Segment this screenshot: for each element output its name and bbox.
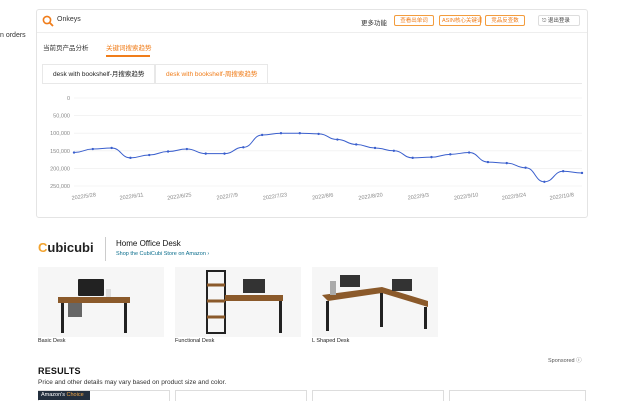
data-point[interactable]	[148, 153, 151, 157]
l-shaped-desk-image	[322, 275, 428, 331]
x-tick-label: 2022/9/24	[502, 192, 527, 201]
result-card[interactable]	[312, 390, 444, 401]
x-tick-label: 2022/8/6	[312, 193, 334, 202]
data-point[interactable]	[279, 132, 283, 135]
x-tick-label: 2022/9/3	[407, 193, 429, 202]
onkeys-panel: Onkeys 更多功能 查看出单词 ASIN核心关键词 竞品反查数 ⎋ 退出登录…	[36, 9, 588, 218]
data-point[interactable]	[373, 146, 377, 150]
x-tick-label: 2022/8/20	[358, 192, 383, 201]
x-tick-label: 2022/6/25	[167, 192, 192, 201]
x-tick-label: 2022/7/23	[263, 192, 288, 201]
brand-divider	[105, 237, 106, 261]
x-tick-label: 2022/6/11	[119, 192, 144, 201]
result-card[interactable]	[175, 390, 307, 401]
logout-button[interactable]: ⎋ 退出登录	[538, 15, 580, 26]
x-tick-label: 2022/10/8	[549, 192, 574, 201]
sponsored-label[interactable]: Sponsored ⓘ	[548, 356, 582, 364]
product-image-functional-desk[interactable]	[175, 267, 301, 337]
data-point[interactable]	[336, 138, 339, 141]
data-point[interactable]	[392, 149, 396, 152]
data-point[interactable]	[166, 150, 170, 153]
competitor-reverse-button[interactable]: 竞品反查数	[485, 15, 525, 26]
data-point[interactable]	[129, 156, 132, 160]
x-tick-label: 2022/7/9	[216, 193, 238, 202]
tab-product-analysis[interactable]: 当前页产品分析	[43, 42, 89, 52]
more-features-label: 更多功能	[361, 20, 387, 27]
asin-core-keywords-button[interactable]: ASIN核心关键词	[439, 15, 482, 26]
functional-desk-image	[206, 270, 283, 334]
y-tick-label: 250,000	[50, 184, 70, 190]
data-point[interactable]	[317, 132, 320, 136]
data-point[interactable]	[204, 152, 207, 155]
active-tab-underline	[106, 55, 150, 57]
product-image-basic-desk[interactable]	[38, 267, 164, 337]
trend-line	[73, 132, 583, 183]
search-trend-chart: 050,000100,000150,000200,000250,0002022/…	[50, 96, 584, 202]
y-tick-label: 200,000	[50, 166, 70, 172]
tab-monthly-trend[interactable]: desk with bookshelf-月搜索趋势	[42, 64, 156, 84]
data-point[interactable]	[260, 133, 264, 137]
data-point[interactable]	[72, 151, 76, 154]
keyword-tab-divider	[42, 83, 582, 84]
product-label-l-shaped-desk[interactable]: L Shaped Desk	[312, 338, 349, 344]
logout-icon: ⎋	[542, 18, 547, 24]
x-tick-label: 2022/9/10	[454, 192, 479, 201]
data-point[interactable]	[411, 156, 414, 160]
data-point[interactable]	[430, 155, 433, 159]
data-point[interactable]	[242, 146, 245, 149]
data-point[interactable]	[561, 170, 565, 173]
brand-store-title: Home Office Desk	[116, 239, 181, 248]
data-point[interactable]	[110, 146, 113, 150]
data-point[interactable]	[91, 147, 95, 151]
tab-weekly-trend[interactable]: desk with bookshelf-周搜索趋势	[155, 64, 269, 84]
tab-keyword-trend[interactable]: 关键词搜索趋势	[106, 42, 152, 52]
x-tick-label: 2022/5/28	[71, 192, 96, 201]
data-point[interactable]	[298, 132, 301, 135]
amazons-choice-badge: Amazon's Choice	[38, 391, 90, 400]
results-note: Price and other details may vary based o…	[38, 379, 227, 386]
onkeys-toolbar: Onkeys 更多功能 查看出单词 ASIN核心关键词 竞品反查数 ⎋ 退出登录	[37, 10, 587, 33]
data-point[interactable]	[449, 153, 452, 156]
brand-store-link[interactable]: Shop the CubiCubi Store on Amazon ›	[116, 251, 209, 257]
data-point[interactable]	[486, 160, 490, 164]
data-point[interactable]	[505, 161, 508, 165]
result-card[interactable]	[449, 390, 586, 401]
data-point[interactable]	[524, 166, 527, 169]
results-heading: RESULTS	[38, 366, 81, 376]
data-point[interactable]	[223, 152, 226, 155]
data-point[interactable]	[355, 143, 358, 146]
view-order-keywords-button[interactable]: 查看出单词	[394, 15, 434, 26]
data-point[interactable]	[580, 171, 584, 175]
onkeys-brand: Onkeys	[57, 16, 81, 23]
product-image-l-shaped-desk[interactable]	[312, 267, 438, 337]
product-label-functional-desk[interactable]: Functional Desk	[175, 338, 214, 344]
basic-desk-image	[58, 279, 130, 333]
data-point[interactable]	[543, 180, 546, 183]
y-tick-label: 50,000	[53, 114, 70, 120]
logout-label: 退出登录	[547, 18, 570, 24]
truncated-orders-text: n orders	[0, 32, 26, 39]
y-tick-label: 150,000	[50, 149, 70, 155]
product-label-basic-desk[interactable]: Basic Desk	[38, 338, 66, 344]
y-tick-label: 0	[67, 96, 70, 102]
data-point[interactable]	[467, 151, 471, 154]
data-point[interactable]	[185, 147, 189, 151]
magnifier-logo-icon	[42, 15, 54, 27]
y-tick-label: 100,000	[50, 131, 70, 137]
